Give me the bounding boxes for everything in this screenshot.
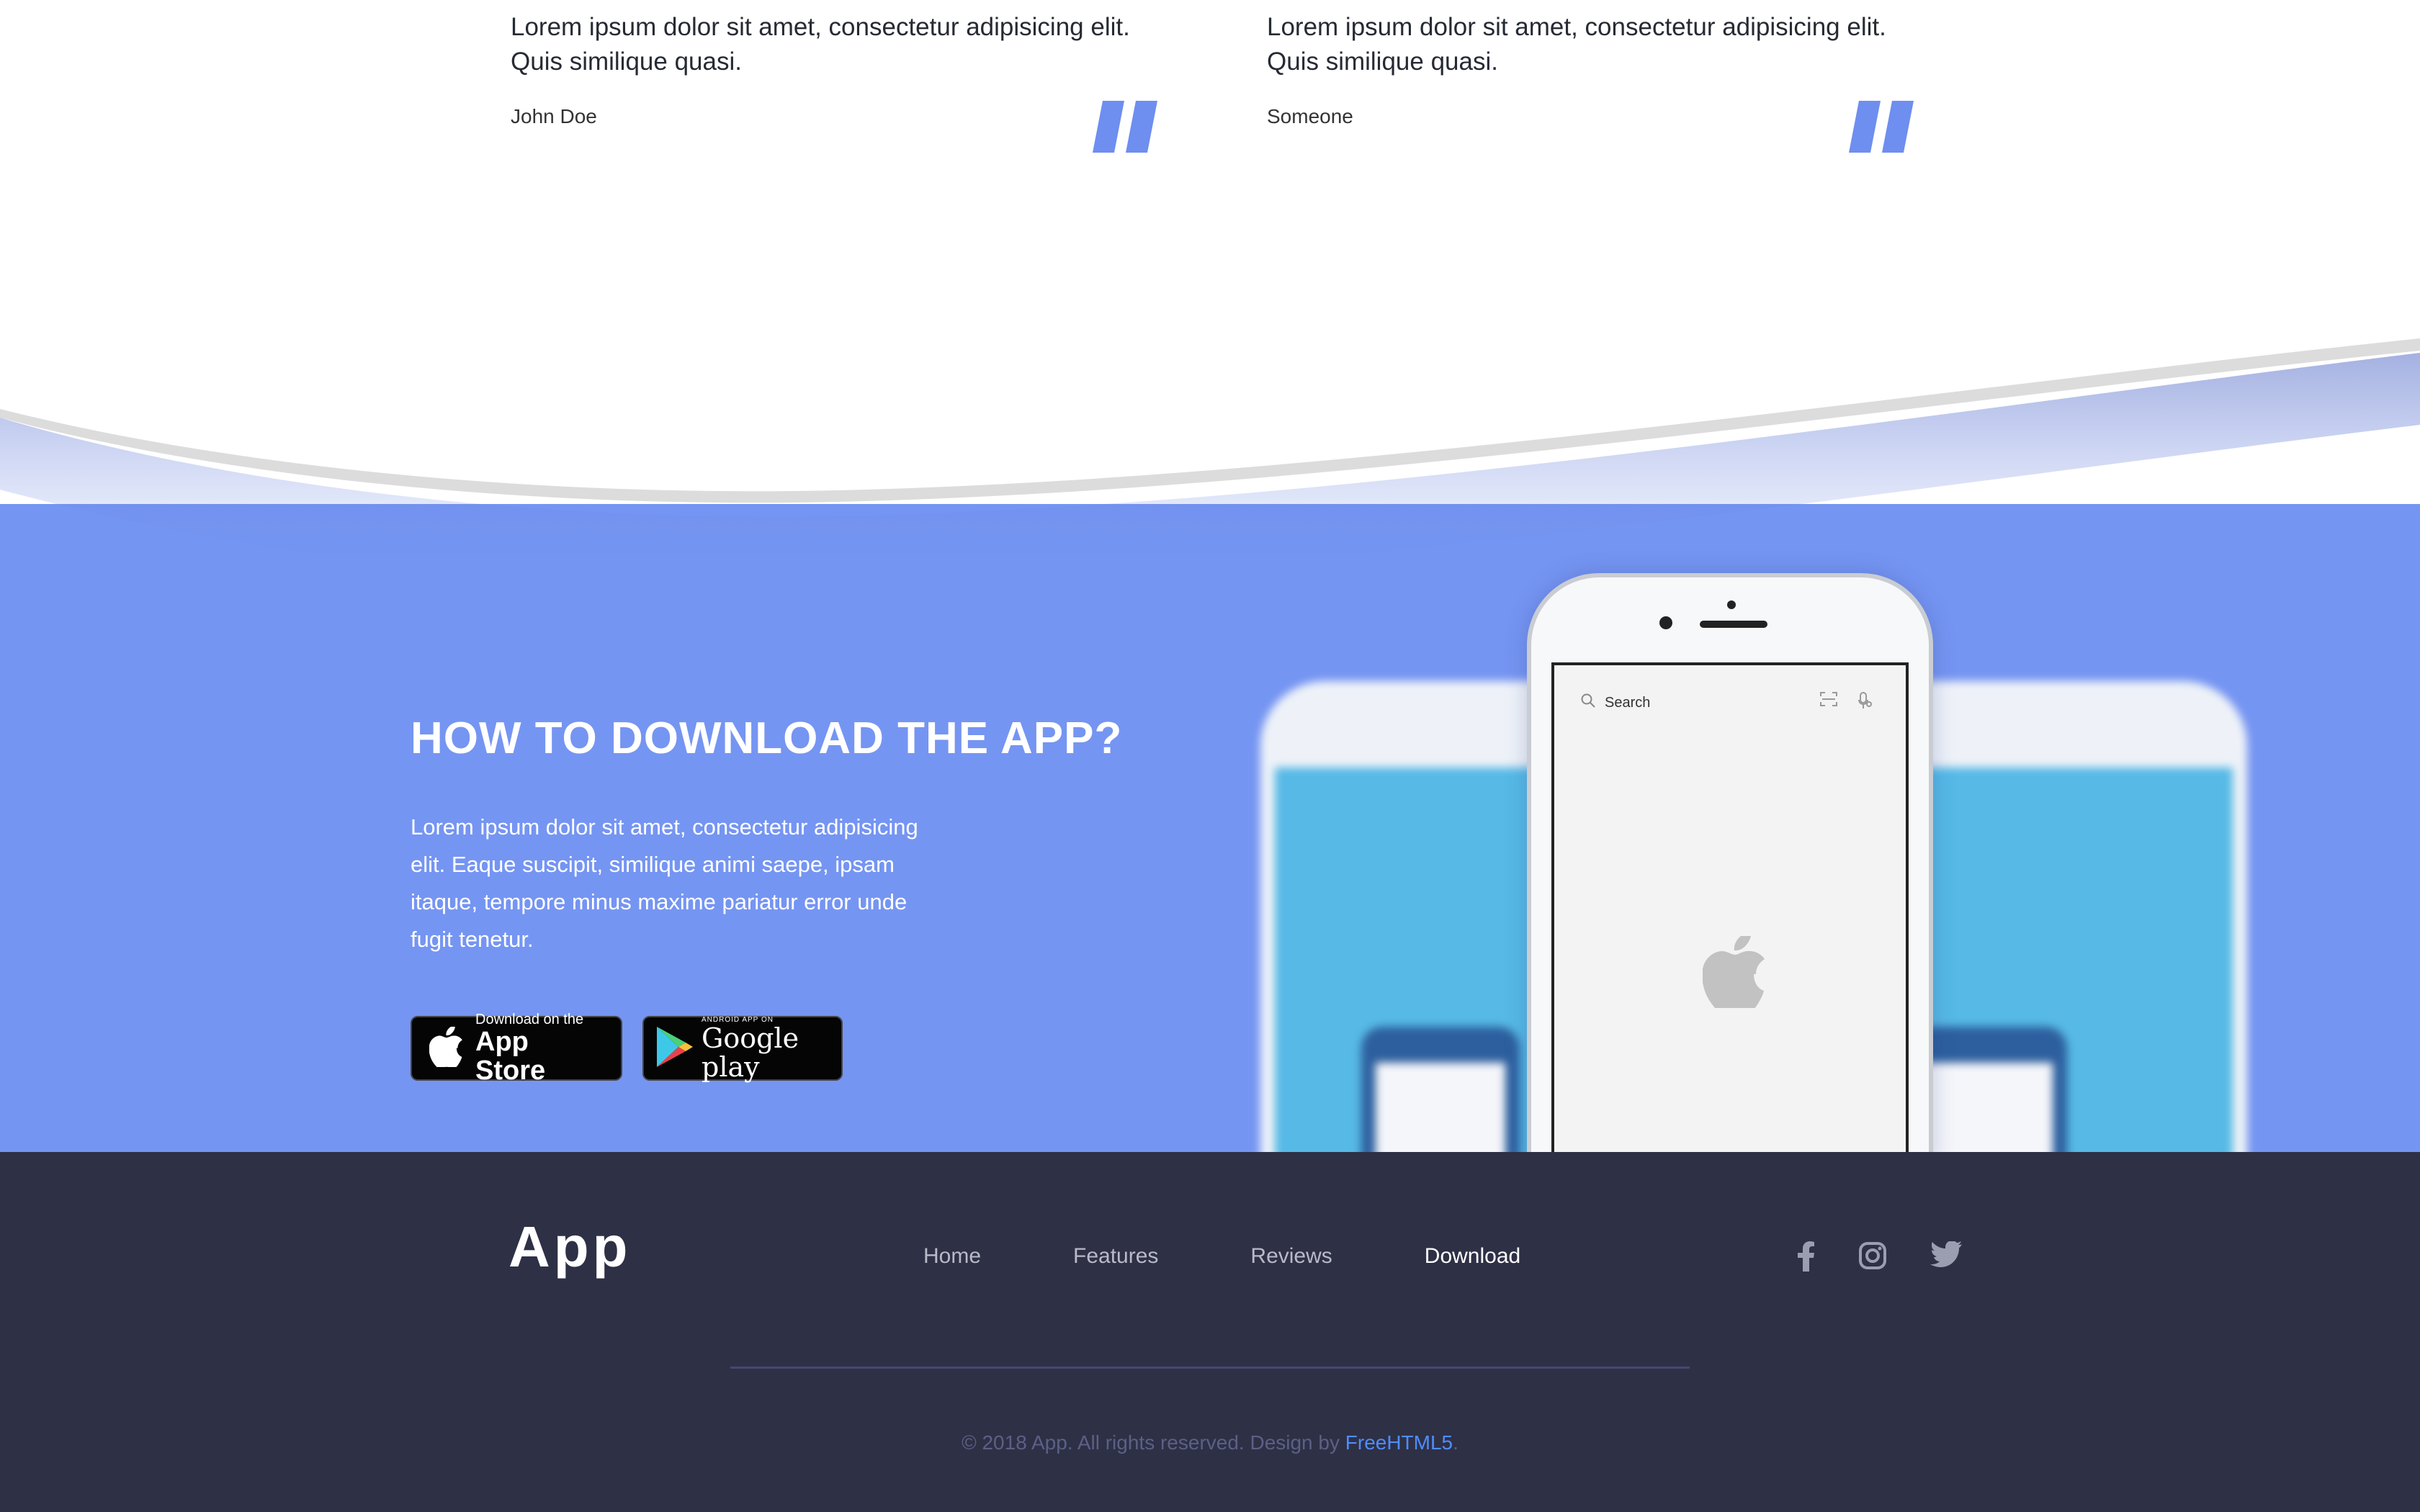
footer: App Home Features Reviews Download © 201… <box>0 1152 2420 1512</box>
copyright-text: © 2018 App. All rights reserved. Design … <box>962 1431 1345 1454</box>
mic-icon <box>1857 691 1873 714</box>
apple-logo-icon <box>1702 932 1767 1012</box>
download-description: Lorem ipsum dolor sit amet, consectetur … <box>411 814 918 952</box>
search-icon <box>1580 693 1596 713</box>
app-store-button[interactable]: Download on the App Store <box>411 1012 622 1085</box>
google-play-big-label: Google play <box>702 1022 799 1083</box>
store-buttons: Download on the App Store ANDROID APP ON… <box>411 1012 1203 1085</box>
testimonial-card: Lorem ipsum dolor sit amet, consectetur … <box>1267 10 1915 153</box>
footer-nav-download[interactable]: Download <box>1425 1244 1520 1269</box>
freehtml5-link[interactable]: FreeHTML5 <box>1345 1431 1453 1454</box>
testimonial-card: Lorem ipsum dolor sit amet, consectetur … <box>511 10 1159 153</box>
twitter-icon[interactable] <box>1930 1241 1962 1275</box>
download-section: Search HOW TO DOWNLOAD THE APP? Lorem ip… <box>0 504 2420 1152</box>
testimonial-author: Someone <box>1267 105 1353 127</box>
footer-nav-home[interactable]: Home <box>923 1244 981 1269</box>
app-store-small-label: Download on the <box>475 1012 584 1027</box>
footer-copyright: © 2018 App. All rights reserved. Design … <box>0 1431 2420 1454</box>
footer-nav-reviews[interactable]: Reviews <box>1250 1244 1332 1269</box>
download-title: HOW TO DOWNLOAD THE APP? <box>411 714 1123 763</box>
phone-search-label: Search <box>1605 694 1651 711</box>
phone-mockup-front: Search <box>1527 573 1933 1152</box>
copyright-end: . <box>1453 1431 1458 1454</box>
download-content: HOW TO DOWNLOAD THE APP? Lorem ipsum dol… <box>411 713 1203 1085</box>
footer-nav: Home Features Reviews Download <box>923 1244 1613 1269</box>
closing-quote-icon <box>1849 101 1918 156</box>
apple-icon <box>429 1025 464 1071</box>
footer-logo[interactable]: App <box>508 1214 632 1280</box>
phone-screen: Search <box>1551 662 1909 1152</box>
testimonial-author: John Doe <box>511 105 597 127</box>
facebook-icon[interactable] <box>1798 1241 1815 1275</box>
footer-social-links <box>1798 1241 1962 1275</box>
testimonial-quote: Lorem ipsum dolor sit amet, consectetur … <box>511 13 1130 76</box>
scan-icon <box>1819 691 1838 714</box>
app-store-big-label: App Store <box>475 1027 546 1086</box>
instagram-icon[interactable] <box>1858 1241 1887 1275</box>
google-play-icon <box>654 1025 694 1072</box>
footer-divider <box>730 1367 1690 1369</box>
closing-quote-icon <box>1093 101 1162 156</box>
phone-search-bar: Search <box>1580 693 1650 713</box>
footer-nav-features[interactable]: Features <box>1073 1244 1158 1269</box>
testimonial-quote: Lorem ipsum dolor sit amet, consectetur … <box>1267 13 1886 76</box>
wave-divider <box>0 310 2420 554</box>
google-play-button[interactable]: ANDROID APP ON Google play <box>642 1016 843 1081</box>
